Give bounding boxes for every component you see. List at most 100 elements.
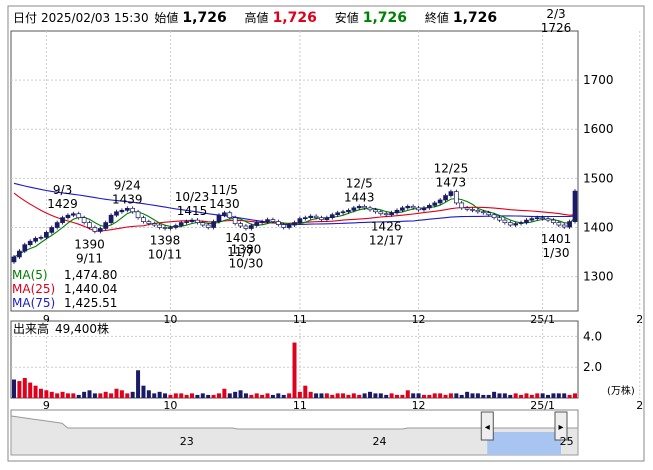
annotation-date: 12/17 [369, 234, 404, 248]
legend-name: MA(75) [12, 296, 55, 310]
volume-bar [114, 388, 119, 398]
candle-body [335, 212, 341, 216]
candle-body [178, 222, 184, 226]
legend-value: 1,440.04 [64, 282, 117, 296]
candle-body [130, 207, 136, 213]
price-tick-label: 1700 [583, 73, 614, 87]
legend-value: 1,474.80 [64, 268, 117, 282]
candle-body [195, 219, 200, 223]
volume-bar [470, 393, 475, 398]
time-tick-label: 2 [636, 313, 643, 326]
volume-bar [384, 394, 389, 398]
volume-bar [168, 394, 173, 398]
candle-body [389, 212, 394, 216]
volume-bar [227, 393, 232, 398]
volume-bar [351, 393, 356, 398]
volume-bar [82, 391, 87, 398]
volume-bar [233, 391, 238, 398]
volume-bar [481, 394, 486, 398]
volume-bar [405, 390, 410, 398]
volume-bar [378, 393, 383, 398]
candle-body [254, 222, 260, 226]
price-tick-label: 1500 [583, 171, 614, 185]
candle-body [216, 214, 222, 222]
candle-body [356, 206, 362, 209]
volume-bar [573, 393, 577, 398]
navigator-year-label: 24 [373, 435, 387, 448]
candle-body [54, 222, 60, 228]
candle-body [480, 211, 486, 214]
volume-bar [281, 394, 286, 398]
candle-body [443, 195, 448, 201]
candle-body [38, 236, 44, 239]
volume-bar [546, 394, 551, 398]
volume-bar [179, 393, 184, 398]
volume-bar [475, 393, 480, 398]
volume-bar [200, 393, 205, 398]
annotation-date: 1/30 [543, 246, 570, 260]
candle-body [146, 221, 152, 224]
navigator-year-label: 23 [180, 435, 194, 448]
candle-body [534, 217, 540, 220]
annotation-value: 1426 [371, 220, 402, 234]
candle-body [70, 213, 76, 216]
volume-bar [508, 394, 513, 398]
annotation-value: 1398 [150, 233, 181, 247]
candle-body [518, 222, 524, 224]
volume-bar [238, 390, 243, 398]
volume-bar [427, 394, 432, 398]
volume-bar [265, 393, 270, 398]
candle-body [259, 221, 265, 223]
volume-bar [195, 394, 200, 398]
candle-body [184, 221, 189, 223]
annotation-value: 1473 [436, 176, 467, 190]
legend-name: MA(25) [12, 282, 55, 296]
volume-bar [12, 379, 16, 398]
annotation-value: 1726 [541, 21, 572, 35]
time-tick-label: 11 [293, 313, 307, 326]
annotation-date: 9/3 [53, 183, 72, 197]
candle-body [507, 222, 513, 226]
volume-bar [249, 394, 254, 398]
volume-bar [535, 393, 540, 398]
volume-bar [119, 390, 124, 398]
annotation-date: 10/11 [148, 247, 183, 261]
volume-bar [55, 393, 60, 398]
candle-body [427, 205, 432, 209]
volume-bar [65, 393, 70, 398]
price-tick-label: 1400 [583, 220, 614, 234]
candle-body [141, 217, 146, 222]
volume-bar [308, 391, 313, 398]
candle-body [453, 191, 459, 204]
candle-body [297, 218, 303, 223]
candle-body [491, 214, 497, 219]
volume-bar [60, 391, 65, 398]
candle-body [168, 227, 173, 229]
volume-bar [443, 394, 448, 398]
volume-bar [567, 394, 572, 398]
candle-body [540, 217, 545, 220]
volume-bar [109, 393, 114, 398]
candle-body [270, 219, 276, 222]
candle-body [286, 224, 292, 228]
volume-value: 49,400株 [55, 321, 109, 336]
annotation-date: 12/5 [346, 176, 373, 190]
candle-body [211, 221, 216, 228]
candle-body [87, 222, 92, 228]
volume-bar [368, 391, 373, 398]
annotation-date: 10/23 [175, 190, 210, 204]
candle-body [351, 207, 357, 211]
candle-body [324, 217, 330, 220]
candle-body [416, 207, 421, 211]
volume-bar [292, 342, 297, 398]
navigator-year-label: 25 [560, 435, 574, 448]
volume-bar [216, 393, 221, 398]
volume-bar [562, 393, 567, 398]
volume-bar [190, 393, 195, 398]
candle-body [205, 224, 211, 228]
stock-chart: 日付 2025/02/03 15:30 始値 1,726 高値 1,726 安値 1,7… [0, 0, 653, 470]
candle-body [502, 219, 508, 223]
candle-body [524, 219, 529, 223]
candle-body [124, 207, 130, 211]
volume-bar [130, 391, 135, 398]
